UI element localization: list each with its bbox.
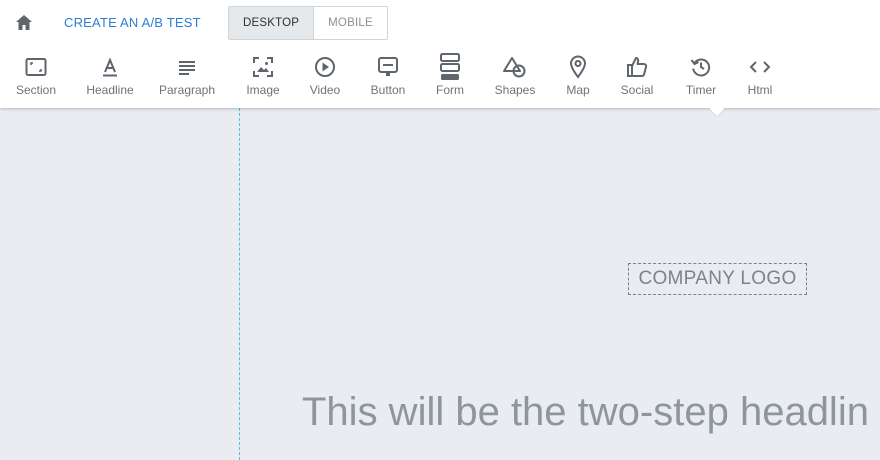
tool-label: Headline (86, 83, 134, 97)
create-ab-test-link[interactable]: CREATE AN A/B TEST (64, 15, 201, 30)
tool-social[interactable]: Social (604, 52, 670, 102)
tool-form[interactable]: Form (417, 52, 483, 102)
mobile-view-button[interactable]: MOBILE (313, 7, 387, 39)
headline-icon (103, 57, 117, 77)
view-mode-toggle: DESKTOP MOBILE (228, 6, 388, 40)
map-icon (569, 55, 587, 79)
tool-label: Paragraph (158, 83, 216, 97)
home-icon (16, 14, 32, 30)
social-icon (627, 57, 648, 77)
company-logo-placeholder[interactable]: COMPANY LOGO (628, 263, 807, 295)
headline-text[interactable]: This will be the two-step headlin (302, 390, 869, 435)
tool-html[interactable]: Html (727, 52, 793, 102)
section-icon (25, 58, 47, 76)
form-icon (440, 53, 460, 80)
video-icon (315, 57, 335, 77)
tool-headline[interactable]: Headline (77, 52, 143, 102)
html-icon (749, 61, 771, 73)
desktop-view-button[interactable]: DESKTOP (229, 7, 314, 39)
image-icon (253, 57, 273, 77)
tool-label: Section (15, 83, 57, 97)
shapes-icon (503, 57, 526, 78)
tool-label: Html (747, 83, 773, 97)
button-icon (378, 57, 398, 76)
tool-paragraph[interactable]: Paragraph (154, 52, 220, 102)
editor-top-bar: CREATE AN A/B TEST DESKTOP MOBILE Sectio… (0, 0, 880, 108)
section-guide-line (239, 108, 240, 460)
home-button[interactable] (13, 11, 35, 33)
timer-icon (690, 58, 711, 77)
paragraph-icon (179, 61, 195, 75)
tool-section[interactable]: Section (3, 52, 69, 102)
